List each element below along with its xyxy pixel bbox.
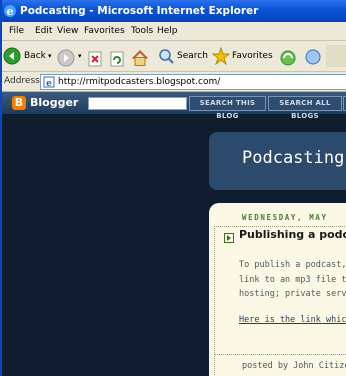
internet-explorer-icon: e	[4, 5, 16, 18]
blog-header: Podcasting	[209, 132, 346, 190]
blogger-navbar: B Blogger SEARCH THIS BLOG SEARCH ALL BL…	[0, 92, 346, 120]
post-body-line: hosting; private server)	[239, 289, 346, 299]
toolbar-overflow	[326, 45, 346, 67]
search-button[interactable]: Search	[158, 45, 208, 67]
post-bullet-icon	[224, 233, 234, 243]
address-url: http://rmitpodcasters.blogspot.com/	[58, 77, 221, 87]
home-icon[interactable]	[131, 47, 149, 69]
forward-dropdown-icon[interactable]: ▾	[78, 45, 82, 67]
menu-favorites[interactable]: Favorites	[84, 22, 125, 40]
favorites-button[interactable]: Favorites	[212, 45, 273, 67]
post-link[interactable]: Here is the link which I	[239, 315, 346, 325]
post-footer: posted by John Citizen	[242, 361, 346, 371]
menu-tools[interactable]: Tools	[131, 22, 153, 40]
back-button[interactable]: Back ▾	[3, 45, 53, 67]
menu-help[interactable]: Help	[157, 22, 178, 40]
stop-icon[interactable]	[88, 48, 103, 70]
back-arrow-icon	[3, 47, 21, 65]
title-bar[interactable]: e Podcasting - Microsoft Internet Explor…	[0, 0, 346, 22]
svg-text:e: e	[46, 79, 52, 88]
web-page: B Blogger SEARCH THIS BLOG SEARCH ALL BL…	[0, 92, 346, 376]
search-this-blog-button[interactable]: SEARCH THIS BLOG	[189, 96, 266, 120]
search-label: Search	[177, 51, 208, 61]
back-label: Back	[24, 51, 46, 61]
page-icon: e	[43, 76, 55, 88]
window-border	[0, 0, 2, 376]
menu-bar: File Edit View Favorites Tools Help	[0, 22, 346, 41]
favorites-label: Favorites	[232, 51, 273, 61]
search-all-blogs-button[interactable]: SEARCH ALL BLOGS	[268, 96, 342, 120]
menu-view[interactable]: View	[57, 22, 78, 40]
media-icon[interactable]	[279, 47, 297, 69]
window-title: Podcasting - Microsoft Internet Explorer	[20, 5, 259, 17]
forward-arrow-icon[interactable]	[57, 47, 75, 69]
address-input[interactable]: e http://rmitpodcasters.blogspot.com/	[40, 74, 346, 90]
post-body: To publish a podcast, fi link to an mp3 …	[239, 258, 346, 302]
svg-text:e: e	[7, 5, 14, 18]
post-body-line: link to an mp3 file that	[239, 274, 346, 285]
blog-title[interactable]: Podcasting	[242, 148, 344, 168]
blogger-logo-icon[interactable]: B	[12, 96, 26, 110]
blogger-brand[interactable]: Blogger	[30, 92, 78, 114]
address-bar: Address e http://rmitpodcasters.blogspot…	[0, 72, 346, 92]
toolbar: Back ▾ ▾ Search Favorites	[0, 41, 346, 72]
post-body-line: To publish a podcast, fi	[239, 260, 346, 270]
blog-search-input[interactable]	[88, 97, 187, 110]
post-date: WEDNESDAY, MAY	[242, 213, 328, 222]
browser-window: e Podcasting - Microsoft Internet Explor…	[0, 0, 346, 376]
blog-post: WEDNESDAY, MAY Publishing a podc To publ…	[209, 203, 346, 376]
history-icon[interactable]	[304, 46, 322, 68]
menu-edit[interactable]: Edit	[35, 22, 52, 40]
search-icon	[159, 49, 174, 64]
menu-file[interactable]: File	[9, 22, 24, 40]
refresh-icon[interactable]	[110, 48, 125, 70]
favorites-star-icon	[212, 47, 230, 65]
post-title[interactable]: Publishing a podc	[239, 228, 346, 241]
back-dropdown-icon[interactable]: ▾	[48, 45, 52, 67]
address-label: Address	[4, 76, 40, 86]
post-footer-divider	[214, 354, 346, 355]
